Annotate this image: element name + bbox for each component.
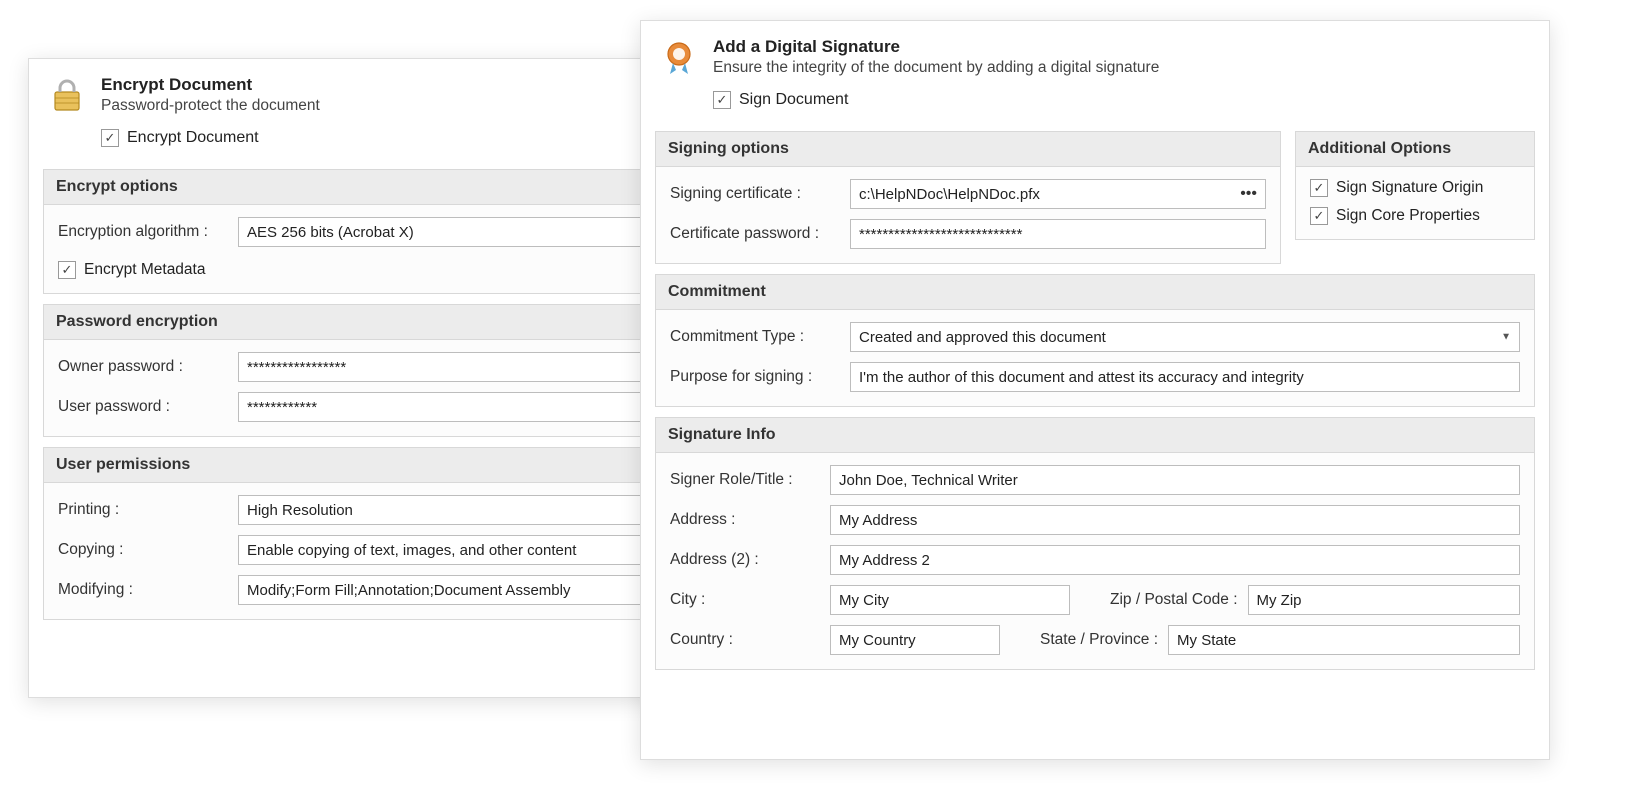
city-input[interactable]: My City (830, 585, 1070, 615)
signature-subtitle: Ensure the integrity of the document by … (713, 59, 1531, 77)
sign-document-checkbox-label: Sign Document (739, 91, 848, 109)
browse-certificate-button[interactable]: ••• (1240, 185, 1257, 203)
country-label: Country : (670, 631, 820, 649)
state-input[interactable]: My State (1168, 625, 1520, 655)
commitment-section: Commitment Commitment Type : Created and… (655, 274, 1535, 407)
certificate-password-label: Certificate password : (670, 225, 840, 243)
additional-options-section: Additional Options ✓ Sign Signature Orig… (1295, 131, 1535, 240)
chevron-down-icon: ▼ (1501, 332, 1511, 343)
sign-signature-origin-checkbox[interactable]: ✓ (1310, 179, 1328, 197)
signer-role-input[interactable]: John Doe, Technical Writer (830, 465, 1520, 495)
encrypt-metadata-label: Encrypt Metadata (84, 261, 205, 279)
owner-password-label: Owner password : (58, 358, 228, 376)
printing-label: Printing : (58, 501, 228, 519)
signing-certificate-label: Signing certificate : (670, 185, 840, 203)
sign-document-checkbox[interactable]: ✓ (713, 91, 731, 109)
sign-signature-origin-label: Sign Signature Origin (1336, 179, 1483, 197)
address2-input[interactable]: My Address 2 (830, 545, 1520, 575)
additional-options-header: Additional Options (1296, 132, 1534, 167)
encrypt-document-checkbox-label: Encrypt Document (127, 129, 259, 147)
copying-label: Copying : (58, 541, 228, 559)
modifying-label: Modifying : (58, 581, 228, 599)
signature-header: Add a Digital Signature Ensure the integ… (641, 21, 1549, 85)
signing-options-section: Signing options Signing certificate : c:… (655, 131, 1281, 264)
signature-info-header: Signature Info (656, 418, 1534, 453)
user-password-label: User password : (58, 398, 228, 416)
sign-core-properties-checkbox[interactable]: ✓ (1310, 207, 1328, 225)
encrypt-metadata-checkbox[interactable]: ✓ (58, 261, 76, 279)
state-label: State / Province : (1040, 631, 1158, 649)
purpose-for-signing-input[interactable]: I'm the author of this document and atte… (850, 362, 1520, 392)
lock-icon (47, 75, 87, 115)
signing-certificate-input[interactable]: c:\HelpNDoc\HelpNDoc.pfx ••• (850, 179, 1266, 209)
country-input[interactable]: My Country (830, 625, 1000, 655)
signature-info-section: Signature Info Signer Role/Title : John … (655, 417, 1535, 670)
signer-role-label: Signer Role/Title : (670, 471, 820, 489)
address-input[interactable]: My Address (830, 505, 1520, 535)
ribbon-seal-icon (659, 37, 699, 77)
address2-label: Address (2) : (670, 551, 820, 569)
purpose-for-signing-label: Purpose for signing : (670, 368, 840, 386)
encrypt-document-checkbox[interactable]: ✓ (101, 129, 119, 147)
commitment-type-label: Commitment Type : (670, 328, 840, 346)
zip-input[interactable]: My Zip (1248, 585, 1520, 615)
encryption-algorithm-label: Encryption algorithm : (58, 223, 228, 241)
signature-title: Add a Digital Signature (713, 37, 1531, 57)
address-label: Address : (670, 511, 820, 529)
city-label: City : (670, 591, 820, 609)
certificate-password-input[interactable]: **************************** (850, 219, 1266, 249)
zip-label: Zip / Postal Code : (1110, 591, 1238, 609)
digital-signature-panel: Add a Digital Signature Ensure the integ… (640, 20, 1550, 760)
signing-options-header: Signing options (656, 132, 1280, 167)
commitment-header: Commitment (656, 275, 1534, 310)
sign-core-properties-label: Sign Core Properties (1336, 207, 1480, 225)
commitment-type-select[interactable]: Created and approved this document ▼ (850, 322, 1520, 352)
